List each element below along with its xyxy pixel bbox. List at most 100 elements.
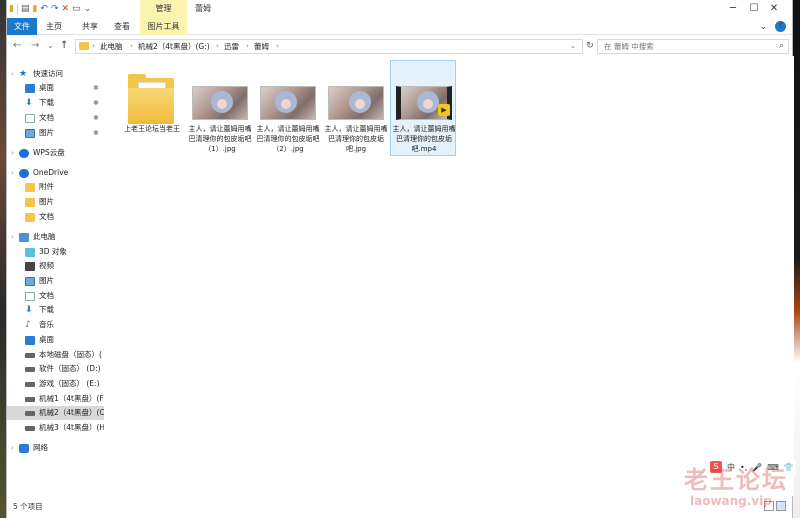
nav-music[interactable]: ♪ 音乐 xyxy=(7,318,104,332)
close-button[interactable]: ✕ xyxy=(754,0,794,18)
nav-onedrive[interactable]: › OneDrive xyxy=(7,166,104,180)
breadcrumb-separator[interactable]: › xyxy=(276,40,279,53)
nav-this-pc[interactable]: › 此电脑 xyxy=(7,230,104,244)
new-folder-icon[interactable]: ▮ xyxy=(32,2,37,16)
breadcrumb-separator[interactable]: › xyxy=(246,40,249,53)
nav-pictures-pinned[interactable]: 图片 ✱ xyxy=(7,126,104,140)
search-input[interactable] xyxy=(604,41,764,52)
nav-onedrive-pictures[interactable]: 图片 xyxy=(7,195,104,209)
tab-home[interactable]: 主页 xyxy=(41,18,67,35)
nav-label: WPS云盘 xyxy=(33,148,65,157)
nav-drive-d[interactable]: 软件（固态） (D:) xyxy=(7,362,104,376)
pictures-icon xyxy=(25,276,35,286)
nav-pictures[interactable]: 图片 xyxy=(7,274,104,288)
nav-label: 文档 xyxy=(39,212,54,221)
nav-label: 图片 xyxy=(39,197,54,206)
drive-icon xyxy=(25,352,35,358)
chevron-icon[interactable]: › xyxy=(11,67,14,81)
search-box[interactable]: ⌕ xyxy=(597,39,789,54)
recent-locations-button[interactable]: ⌄ xyxy=(47,39,54,53)
drive-icon xyxy=(25,410,35,416)
nav-drive-g[interactable]: 机械2（4t黑盘）(C xyxy=(7,406,104,420)
address-bar[interactable]: › 此电脑 › 机械2（4t黑盘）(G:) › 迅雷 › 蕾姆 › ⌄ xyxy=(75,39,583,54)
nav-downloads[interactable]: ⬇ 下载 xyxy=(7,303,104,317)
rename-icon[interactable]: ▭ xyxy=(72,2,81,16)
help-icon[interactable]: ? xyxy=(775,21,786,32)
chevron-icon[interactable]: › xyxy=(11,146,14,160)
nav-label: 图片 xyxy=(39,128,54,137)
forward-button[interactable]: → xyxy=(31,39,39,53)
tab-view[interactable]: 查看 xyxy=(109,18,135,35)
nav-onedrive-attachments[interactable]: 附件 xyxy=(7,180,104,194)
nav-documents-pinned[interactable]: 文档 ✱ xyxy=(7,111,104,125)
breadcrumb-separator[interactable]: › xyxy=(92,40,95,53)
file-explorer-window: ▮ ▤ ▮ ↶ ↷ ✕ ▭ ⌄ 管理 蕾姆 ─ ☐ ✕ 文件 主页 共享 查看 … xyxy=(6,0,794,518)
undo-icon[interactable]: ↶ xyxy=(40,2,48,16)
nav-label: 机械3（4t黑盘）(H xyxy=(39,423,104,432)
computer-icon xyxy=(19,232,29,242)
drive-icon xyxy=(25,366,35,372)
chevron-icon[interactable]: › xyxy=(11,441,14,455)
file-name: 主人，请让蕾姆用嘴巴清理你的包皮垢吧.jpg xyxy=(324,125,388,153)
nav-label: 桌面 xyxy=(39,83,54,92)
properties-icon[interactable]: ▤ xyxy=(21,2,30,16)
up-button[interactable]: ↑ xyxy=(60,39,68,53)
nav-drive-c[interactable]: 本地磁盘（固态）( xyxy=(7,348,104,362)
file-name: 主人，请让蕾姆用嘴巴清理你的包皮垢吧.mp4 xyxy=(392,125,456,153)
nav-videos[interactable]: 视频 xyxy=(7,259,104,273)
pin-icon: ✱ xyxy=(93,99,99,107)
breadcrumb-drive-g[interactable]: 机械2（4t黑盘）(G:) xyxy=(138,40,210,53)
videos-icon xyxy=(25,261,35,271)
back-button[interactable]: ← xyxy=(13,39,21,53)
3d-objects-icon xyxy=(25,247,35,257)
item-count: 5 个项目 xyxy=(13,502,43,511)
chevron-icon[interactable]: › xyxy=(11,166,14,180)
tab-picture-tools[interactable]: 图片工具 xyxy=(140,18,187,35)
nav-desktop[interactable]: 桌面 xyxy=(7,333,104,347)
nav-label: 桌面 xyxy=(39,335,54,344)
tab-share[interactable]: 共享 xyxy=(77,18,103,35)
nav-drive-f[interactable]: 机械1（4t黑盘）(F xyxy=(7,392,104,406)
breadcrumb-rem[interactable]: 蕾姆 xyxy=(254,40,269,53)
breadcrumb-xunlei[interactable]: 迅雷 xyxy=(224,40,239,53)
nav-label: 文档 xyxy=(39,113,54,122)
navigation-pane[interactable]: › ★ 快速访问 桌面 ✱ ⬇ 下载 ✱ 文档 ✱ 图片 ✱ › WPS云盘 ›… xyxy=(7,56,104,496)
image-thumbnail xyxy=(328,86,384,120)
customize-icon[interactable]: ⌄ xyxy=(84,2,92,16)
large-icons-view-icon[interactable] xyxy=(776,501,786,511)
chevron-icon[interactable]: › xyxy=(11,230,14,244)
nav-desktop-pinned[interactable]: 桌面 ✱ xyxy=(7,81,104,95)
image-thumbnail xyxy=(192,86,248,120)
ribbon-tabs: 文件 主页 共享 查看 图片工具 ⌄ ? xyxy=(7,18,792,35)
nav-documents[interactable]: 文档 xyxy=(7,289,104,303)
delete-icon[interactable]: ✕ xyxy=(62,2,70,16)
nav-label: 视频 xyxy=(39,261,54,270)
search-icon[interactable]: ⌕ xyxy=(779,40,784,53)
redo-icon[interactable]: ↷ xyxy=(51,2,59,16)
breadcrumb-separator[interactable]: › xyxy=(130,40,133,53)
nav-label: 下载 xyxy=(39,98,54,107)
ribbon-controls: ⌄ ? xyxy=(759,18,786,35)
file-list[interactable]: 上老王论坛当老王 主人，请让蕾姆用嘴巴清理你的包皮垢吧（1）.jpg 主人，请让… xyxy=(104,56,794,496)
folder-icon xyxy=(79,42,89,50)
breadcrumb-this-pc[interactable]: 此电脑 xyxy=(100,40,123,53)
nav-label: 软件（固态） (D:) xyxy=(39,364,101,373)
nav-wps-cloud[interactable]: › WPS云盘 xyxy=(7,146,104,160)
address-dropdown-icon[interactable]: ⌄ xyxy=(570,40,576,53)
download-icon: ⬇ xyxy=(25,97,33,108)
nav-drive-h[interactable]: 机械3（4t黑盘）(H xyxy=(7,421,104,435)
breadcrumb-separator[interactable]: › xyxy=(216,40,219,53)
nav-3d-objects[interactable]: 3D 对象 xyxy=(7,245,104,259)
refresh-button[interactable]: ↻ xyxy=(584,39,596,54)
nav-network[interactable]: › 网络 xyxy=(7,441,104,455)
tab-file[interactable]: 文件 xyxy=(7,18,37,35)
nav-onedrive-documents[interactable]: 文档 xyxy=(7,210,104,224)
nav-quick-access[interactable]: › ★ 快速访问 xyxy=(7,67,104,81)
nav-label: 3D 对象 xyxy=(39,247,67,256)
folder-icon xyxy=(25,197,35,207)
status-bar: 5 个项目 xyxy=(7,496,792,518)
nav-drive-e[interactable]: 游戏（固态） (E:) xyxy=(7,377,104,391)
ribbon-expand-icon[interactable]: ⌄ xyxy=(759,22,767,32)
manage-tab[interactable]: 管理 xyxy=(140,2,187,16)
nav-downloads-pinned[interactable]: ⬇ 下载 ✱ xyxy=(7,96,104,110)
